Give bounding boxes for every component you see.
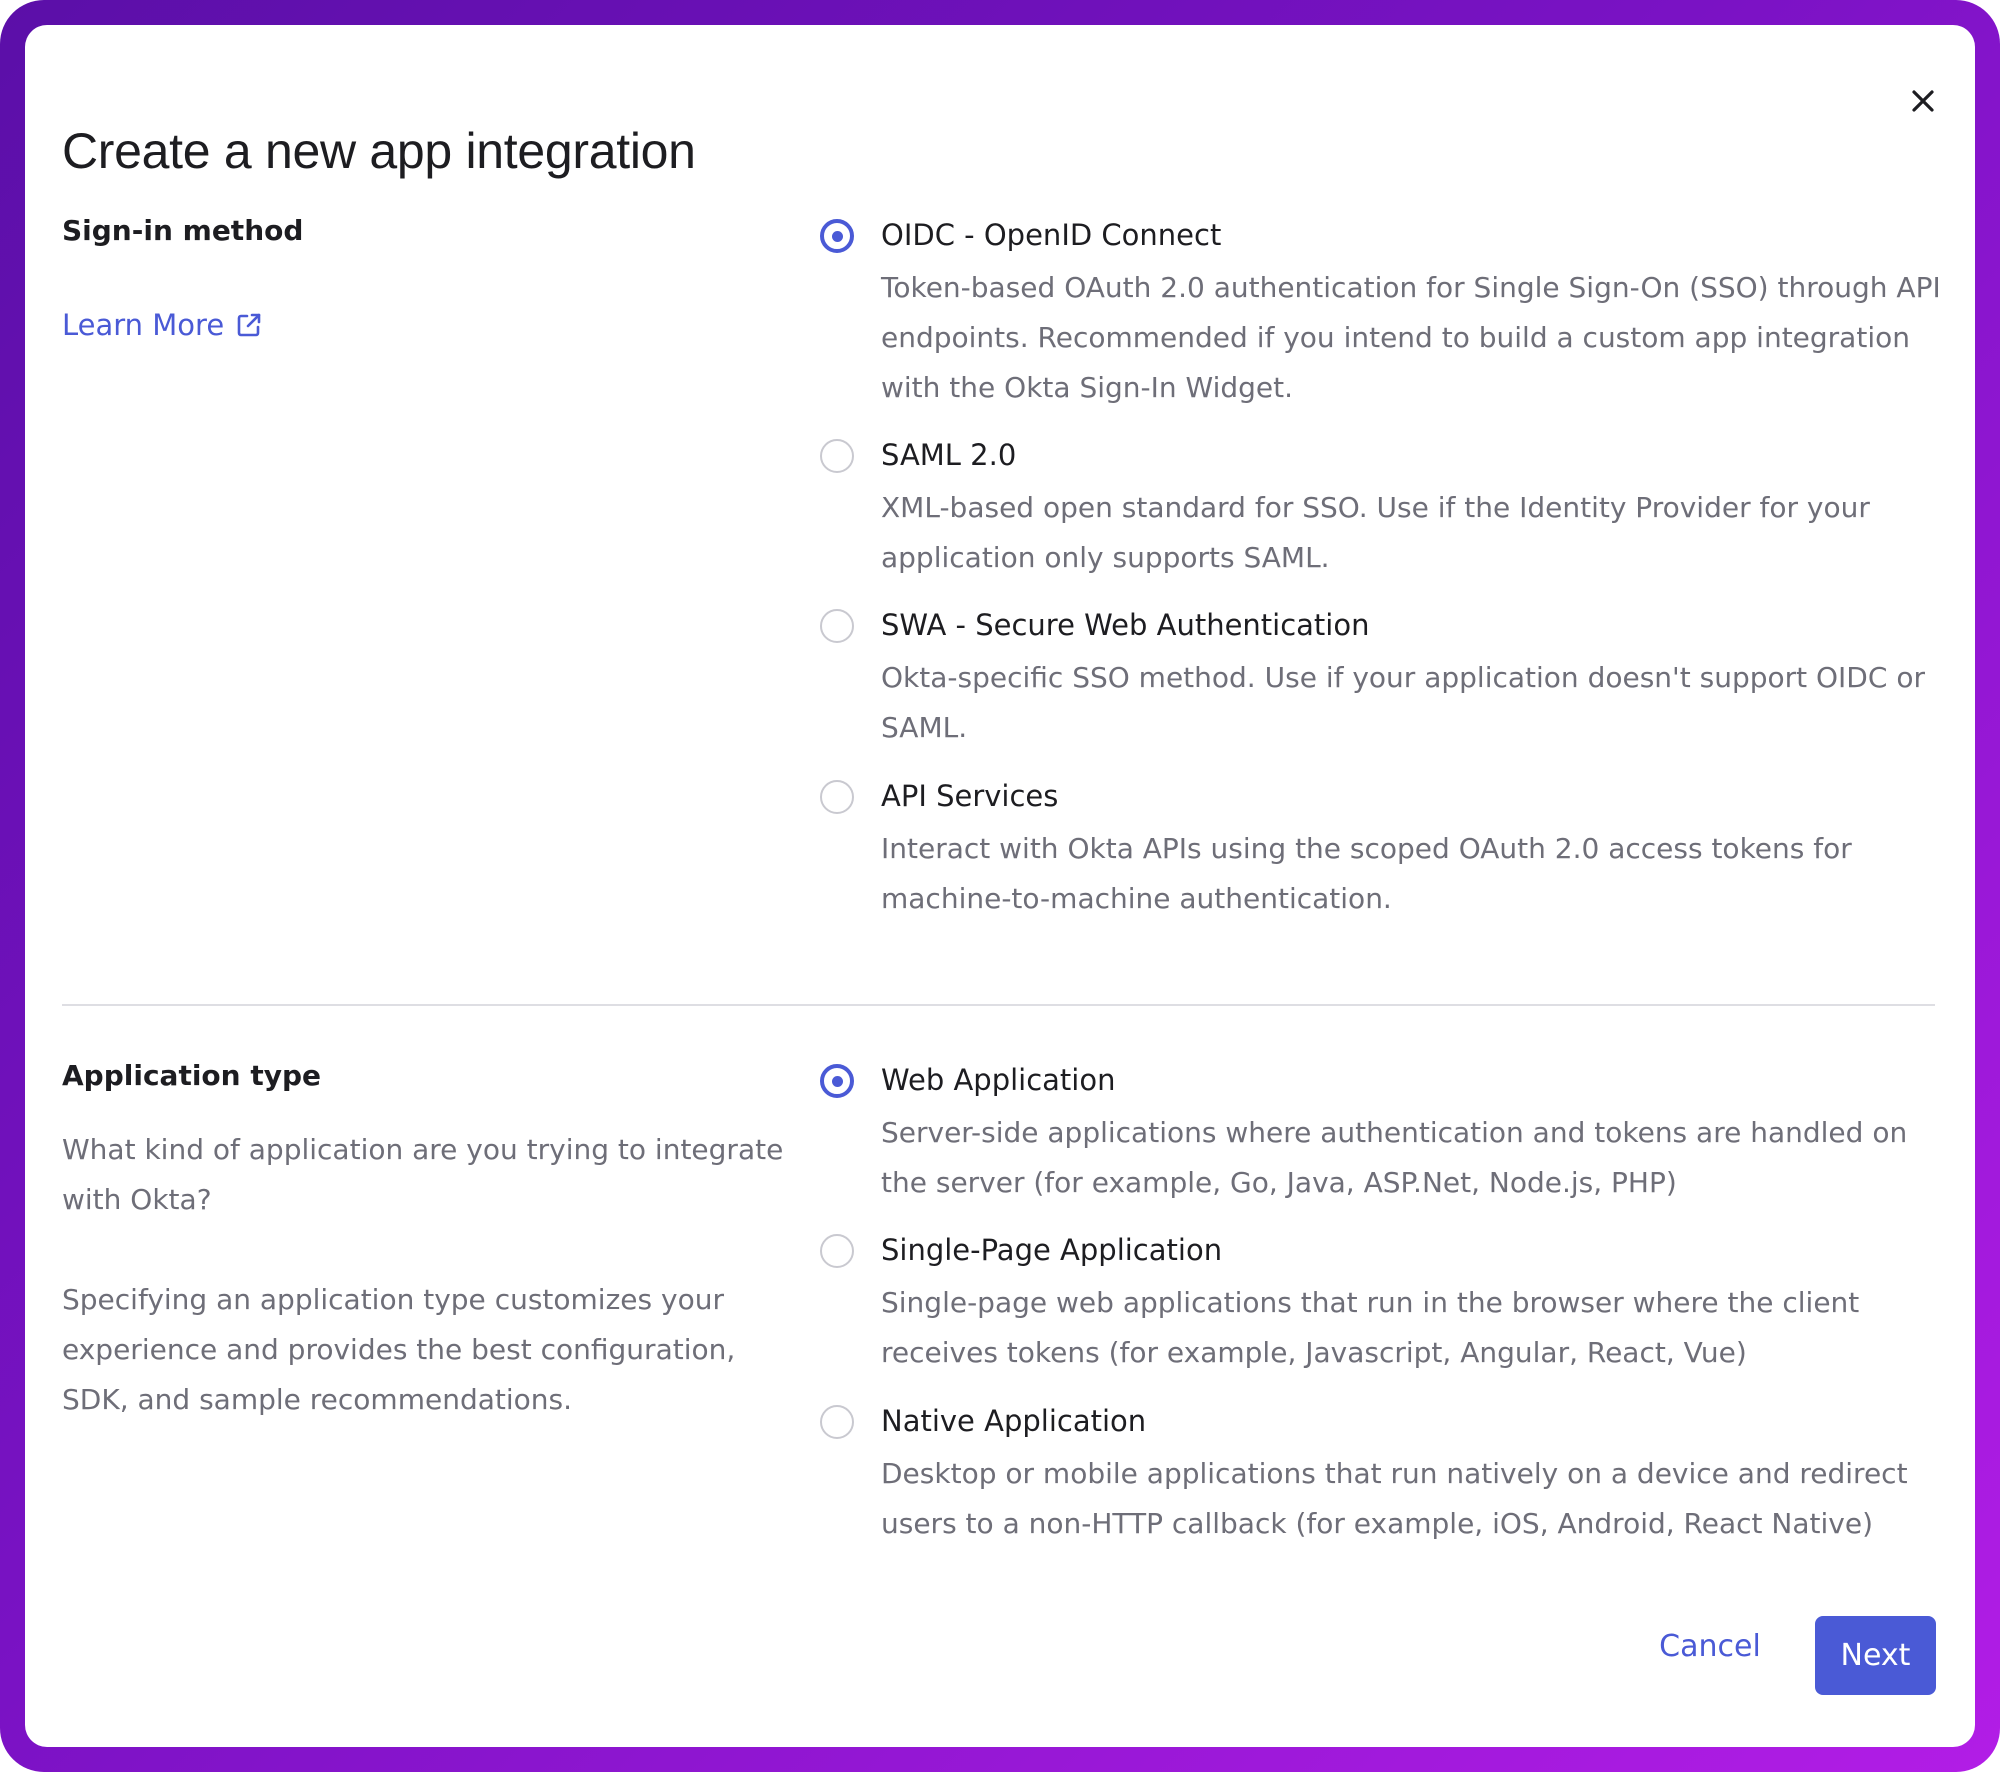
option-label-oidc[interactable]: OIDC - OpenID Connect [881, 213, 1221, 257]
application-type-question: What kind of application are you trying … [62, 1133, 784, 1216]
sign-in-method-heading: Sign-in method [62, 214, 304, 247]
radio-oidc[interactable] [820, 219, 854, 253]
option-label-native-application[interactable]: Native Application [881, 1399, 1146, 1443]
option-description-swa: Okta-specific SSO method. Use if your ap… [881, 661, 1925, 744]
next-button[interactable]: Next [1815, 1616, 1936, 1695]
application-type-explanation: Specifying an application type customize… [62, 1283, 736, 1416]
radio-swa[interactable] [820, 609, 854, 643]
option-label-swa[interactable]: SWA - Secure Web Authentication [881, 603, 1369, 647]
option-label-single-page-application[interactable]: Single-Page Application [881, 1228, 1222, 1272]
learn-more-link[interactable]: Learn More [62, 308, 264, 342]
cancel-button[interactable]: Cancel [1645, 1616, 1775, 1676]
create-app-integration-dialog: Create a new app integration Sign-in met… [25, 25, 1975, 1747]
application-type-heading: Application type [62, 1059, 322, 1092]
close-icon [1912, 90, 1934, 112]
option-label-saml[interactable]: SAML 2.0 [881, 433, 1016, 477]
option-description-api-services: Interact with Okta APIs using the scoped… [881, 832, 1852, 915]
radio-saml[interactable] [820, 439, 854, 473]
radio-single-page-application[interactable] [820, 1234, 854, 1268]
option-description-saml: XML-based open standard for SSO. Use if … [881, 491, 1870, 574]
close-button[interactable] [1905, 83, 1941, 119]
external-link-icon [237, 313, 261, 337]
radio-web-application[interactable] [820, 1064, 854, 1098]
option-description-native-application: Desktop or mobile applications that run … [881, 1457, 1908, 1540]
option-label-web-application[interactable]: Web Application [881, 1058, 1115, 1102]
learn-more-label: Learn More [62, 308, 225, 342]
option-description-single-page-application: Single-page web applications that run in… [881, 1286, 1860, 1369]
option-label-api-services[interactable]: API Services [881, 774, 1058, 818]
dialog-title: Create a new app integration [62, 123, 696, 179]
option-description-oidc: Token-based OAuth 2.0 authentication for… [881, 271, 1941, 404]
section-divider [62, 1004, 1935, 1006]
radio-native-application[interactable] [820, 1405, 854, 1439]
radio-api-services[interactable] [820, 780, 854, 814]
option-description-web-application: Server-side applications where authentic… [881, 1116, 1908, 1199]
